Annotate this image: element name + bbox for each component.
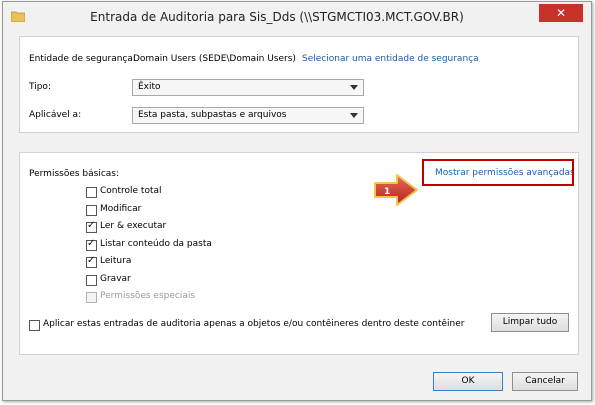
permission-checkbox[interactable] — [86, 204, 97, 216]
permission-checkbox[interactable]: ✓ — [86, 220, 97, 233]
clear-all-button[interactable]: Limpar tudo — [491, 313, 569, 332]
basic-permissions-label: Permissões básicas: — [29, 169, 120, 179]
checkmark-icon: ✓ — [87, 255, 96, 266]
chevron-down-icon — [350, 113, 358, 118]
highlight-box — [422, 159, 574, 186]
callout-number: 1 — [384, 187, 390, 197]
permission-label: Permissões especiais — [100, 291, 196, 301]
ok-button[interactable]: OK — [433, 372, 503, 391]
checkmark-icon: ✓ — [87, 237, 96, 249]
permission-checkbox — [86, 292, 97, 303]
audit-entry-dialog: Entrada de Auditoria para Sis_Dds (\\STG… — [2, 1, 592, 401]
apply-only-checkbox[interactable] — [29, 320, 40, 331]
permission-checkbox[interactable] — [86, 187, 97, 198]
entity-panel: Entidade de segurança: Domain Users (SED… — [19, 36, 579, 133]
chevron-down-icon — [350, 85, 358, 90]
callout-arrow-icon: 1 — [374, 174, 418, 206]
permission-checkbox[interactable] — [86, 274, 97, 286]
security-entity-label: Entidade de segurança: — [29, 54, 136, 64]
title-bar[interactable]: Entrada de Auditoria para Sis_Dds (\\STG… — [3, 2, 591, 32]
select-entity-link[interactable]: Selecionar uma entidade de segurança — [302, 54, 479, 64]
permission-label: Ler & executar — [100, 221, 167, 231]
permission-label: Controle total — [100, 186, 162, 196]
applies-select[interactable]: Esta pasta, subpastas e arquivos — [132, 107, 364, 124]
permission-checkbox[interactable]: ✓ — [86, 237, 97, 251]
permission-label: Modificar — [100, 203, 142, 214]
apply-only-label: Aplicar estas entradas de auditoria apen… — [43, 319, 465, 329]
permission-checkbox[interactable]: ✓ — [86, 255, 97, 268]
close-button[interactable]: ✕ — [539, 4, 583, 22]
type-select[interactable]: Êxito — [132, 79, 364, 96]
window-title: Entrada de Auditoria para Sis_Dds (\\STG… — [90, 10, 464, 24]
permission-label: Gravar — [100, 273, 131, 284]
type-select-value: Êxito — [138, 82, 161, 92]
type-label: Tipo: — [29, 82, 51, 92]
applies-label: Aplicável a: — [29, 110, 82, 120]
permission-label: Leitura — [100, 256, 132, 266]
cancel-button[interactable]: Cancelar — [512, 372, 578, 391]
applies-select-value: Esta pasta, subpastas e arquivos — [138, 110, 287, 120]
permission-label: Listar conteúdo da pasta — [100, 238, 212, 249]
checkmark-icon: ✓ — [87, 220, 96, 231]
security-entity-value: Domain Users (SEDE\Domain Users) — [133, 54, 296, 64]
